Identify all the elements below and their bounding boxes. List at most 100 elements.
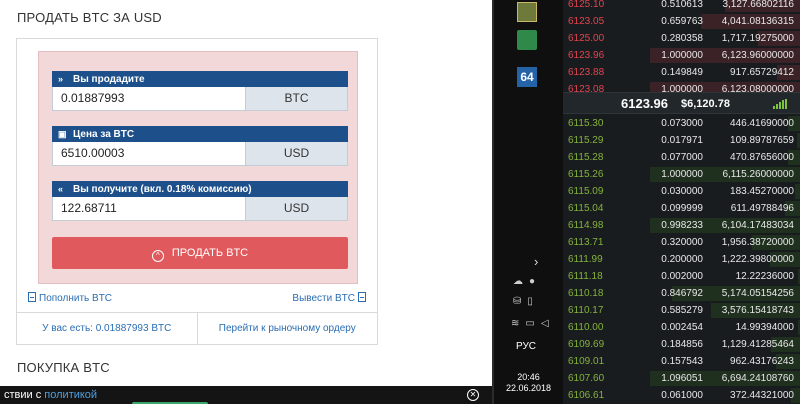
language-indicator[interactable]: РУС	[516, 341, 536, 352]
sell-amount-input[interactable]: 0.01887993	[53, 87, 246, 110]
withdraw-btc-label: Вывести BTC	[292, 293, 355, 304]
ask-amount: 0.659763	[661, 16, 703, 27]
windows-taskbar: 64 › ☁ ● ⛁ ▯ ≋ ▭ ◁ РУС 20:46 22.06.2018	[492, 0, 563, 404]
bid-price: 6111.18	[568, 271, 603, 282]
bid-total: 1,129.41285464	[721, 339, 794, 350]
bid-amount: 1.000000	[661, 169, 703, 180]
withdraw-btc-link[interactable]: Вывести BTC	[292, 292, 369, 304]
receive-input[interactable]: 122.68711	[53, 197, 246, 220]
ask-row[interactable]: 6123.88 0.149849 917.65729412	[563, 64, 800, 81]
buy-section-title: ПОКУПКА BTC	[17, 360, 110, 375]
bid-price: 6113.71	[568, 237, 604, 248]
clock-time: 20:46	[517, 372, 540, 382]
clock[interactable]: 20:46 22.06.2018	[494, 372, 563, 394]
bid-row[interactable]: 6110.17 0.585279 3,576.15418743	[563, 302, 800, 319]
bid-row[interactable]: 6109.69 0.184856 1,129.41285464	[563, 336, 800, 353]
bid-row[interactable]: 6107.60 1.096051 6,694.24108760	[563, 370, 800, 387]
sell-form: » Вы продадите 0.01887993 BTC ▣ Цена за BT…	[38, 51, 358, 284]
bid-price: 6111.99	[568, 254, 603, 265]
wifi-icon[interactable]: ≋	[511, 318, 519, 329]
market-order-link[interactable]: Перейти к рыночному ордеру	[198, 313, 378, 345]
receive-unit: USD	[246, 197, 347, 220]
tray-expand-icon[interactable]: ›	[534, 254, 538, 269]
ask-amount: 0.280358	[661, 33, 703, 44]
cloud-icon[interactable]: ☁	[513, 276, 523, 287]
bid-price: 6115.04	[568, 203, 604, 214]
bid-amount: 1.096051	[661, 373, 703, 384]
sell-btc-button[interactable]: ^ ПРОДАТЬ BTC	[52, 237, 348, 269]
ask-total: 3,127.66802116	[722, 0, 794, 10]
app-64-icon[interactable]: 64	[517, 67, 537, 87]
sell-amount-label: Вы продадите	[73, 74, 145, 85]
bid-total: 183.45270000	[730, 186, 794, 197]
ask-amount: 1.000000	[661, 50, 703, 61]
bid-row[interactable]: 6115.04 0.099999 611.49788496	[563, 200, 800, 217]
receive-field: « Вы получите (вкл. 0.18% комиссию) 122.6…	[52, 181, 348, 221]
bid-price: 6115.29	[568, 135, 604, 146]
sell-section-title: ПРОДАТЬ BTC ЗА USD	[17, 10, 162, 25]
battery-icon[interactable]: ▭	[525, 318, 534, 329]
bid-row[interactable]: 6115.26 1.000000 6,115.26000000	[563, 166, 800, 183]
bid-row[interactable]: 6110.00 0.002454 14.99394000	[563, 319, 800, 336]
volume-icon[interactable]: ◁	[541, 318, 549, 329]
ask-row[interactable]: 6125.00 0.280358 1,717.19275000	[563, 30, 800, 47]
screen: ПРОДАТЬ BTC ЗА USD » Вы продадите 0.01887…	[0, 0, 800, 404]
bid-row[interactable]: 6113.71 0.320000 1,956.38720000	[563, 234, 800, 251]
close-icon[interactable]: ✕	[467, 389, 479, 401]
bid-price: 6110.18	[568, 288, 604, 299]
ask-amount: 0.149849	[661, 67, 703, 78]
bid-row[interactable]: 6106.61 0.061000 372.44321000	[563, 387, 800, 404]
bid-total: 611.49788496	[730, 203, 794, 214]
sell-card-footer: У вас есть: 0.01887993 BTC Перейти к рын…	[17, 312, 377, 345]
bid-row[interactable]: 6115.28 0.077000 470.87656000	[563, 149, 800, 166]
calculator-icon: ▣	[58, 129, 67, 139]
drive-icon[interactable]: ⛁	[513, 296, 521, 307]
last-price-usd: $6,120.78	[681, 98, 730, 110]
ask-total: 6,123.96000000	[721, 50, 794, 61]
price-input[interactable]: 6510.00003	[53, 142, 246, 165]
exchange-panel: ПРОДАТЬ BTC ЗА USD » Вы продадите 0.01887…	[0, 0, 492, 404]
deposit-btc-link[interactable]: Пополнить BTC	[25, 292, 112, 304]
balance-link[interactable]: У вас есть: 0.01887993 BTC	[17, 313, 198, 345]
ask-row[interactable]: 6123.96 1.000000 6,123.96000000	[563, 47, 800, 64]
bid-amount: 0.184856	[661, 339, 703, 350]
app-icon[interactable]	[517, 2, 537, 22]
bid-total: 6,115.26000000	[722, 169, 794, 180]
cookie-policy-link[interactable]: политикой	[44, 389, 97, 401]
bid-total: 446.41690000	[730, 118, 794, 129]
network-status-icon[interactable]: ●	[529, 276, 535, 287]
bid-row[interactable]: 6109.01 0.157543 962.43176243	[563, 353, 800, 370]
price-field: ▣ Цена за BTC 6510.00003 USD	[52, 126, 348, 166]
ask-price: 6125.00	[568, 33, 605, 44]
sell-amount-unit: BTC	[246, 87, 347, 110]
bid-row[interactable]: 6110.18 0.846792 5,174.05154256	[563, 285, 800, 302]
bid-amount: 0.200000	[661, 254, 703, 265]
price-label: Цена за BTC	[73, 129, 135, 140]
bid-total: 962.43176243	[730, 356, 794, 367]
bid-amount: 0.320000	[661, 237, 703, 248]
bid-total: 14.99394000	[735, 322, 794, 333]
bid-price: 6115.30	[568, 118, 604, 129]
ask-price: 6123.88	[568, 67, 605, 78]
hardware-icon[interactable]	[517, 30, 537, 50]
bid-price: 6114.98	[568, 220, 604, 231]
bid-price: 6115.26	[568, 169, 604, 180]
order-book: 6125.10 0.510613 3,127.66802116 6123.05 0.65…	[563, 0, 800, 404]
bid-row[interactable]: 6115.09 0.030000 183.45270000	[563, 183, 800, 200]
bid-row[interactable]: 6111.99 0.200000 1,222.39800000	[563, 251, 800, 268]
bid-total: 109.89787659	[730, 135, 794, 146]
bid-price: 6115.09	[568, 186, 604, 197]
bid-row[interactable]: 6115.29 0.017971 109.89787659	[563, 132, 800, 149]
bid-row[interactable]: 6111.18 0.002000 12.22236000	[563, 268, 800, 285]
ask-row[interactable]: 6123.05 0.659763 4,041.08136315	[563, 13, 800, 30]
bid-price: 6110.17	[568, 305, 604, 316]
bid-total: 3,576.15418743	[721, 305, 794, 316]
bid-price: 6115.28	[568, 152, 604, 163]
bid-depth-bar	[795, 184, 800, 199]
usb-icon[interactable]: ▯	[527, 296, 533, 307]
bid-amount: 0.846792	[661, 288, 703, 299]
bid-row[interactable]: 6115.30 0.073000 446.41690000	[563, 115, 800, 132]
bid-row[interactable]: 6114.98 0.998233 6,104.17483034	[563, 217, 800, 234]
ask-price: 6125.10	[568, 0, 605, 10]
ask-row[interactable]: 6125.10 0.510613 3,127.66802116	[563, 0, 800, 13]
